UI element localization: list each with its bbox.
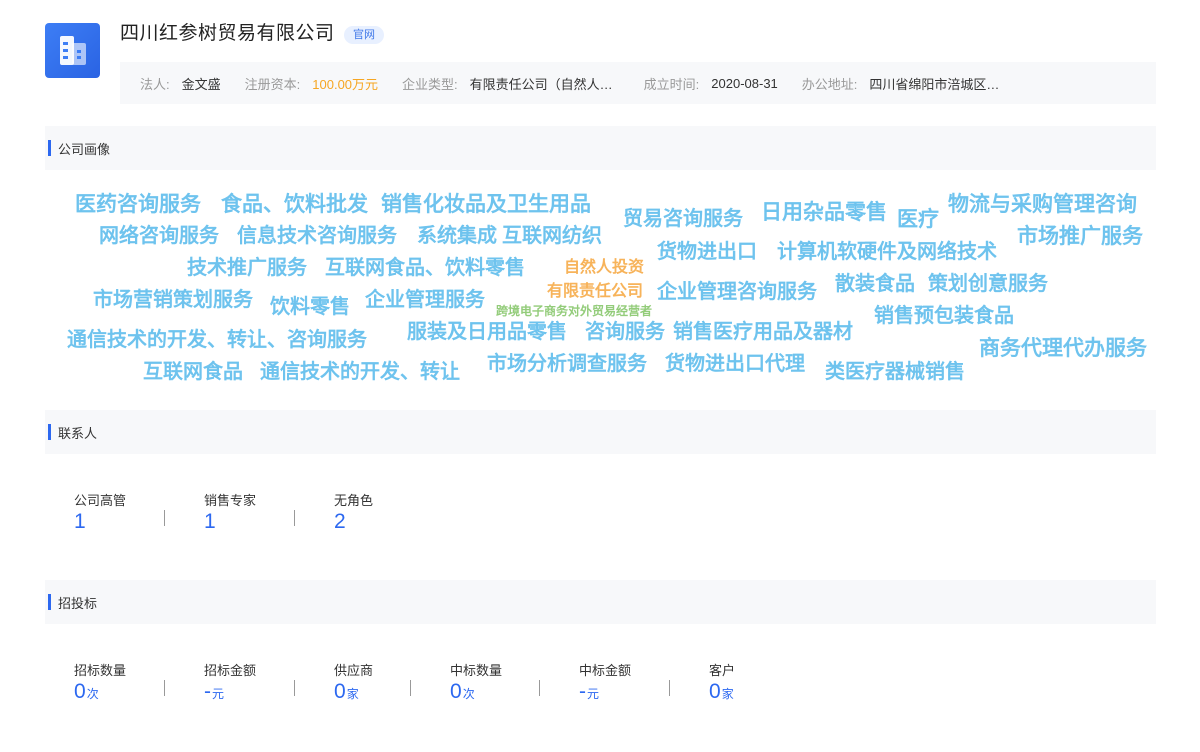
cloud-word: 日用杂品零售	[761, 201, 887, 224]
stat-no-role[interactable]: 无角色 2	[305, 493, 435, 534]
cloud-word: 企业管理服务	[365, 289, 485, 311]
cloud-word: 贸易咨询服务	[623, 208, 743, 230]
stat-win-amount[interactable]: 中标金额 -元	[550, 663, 680, 706]
divider	[669, 680, 670, 696]
section-accent-bar	[48, 424, 51, 440]
stat-tender-amount[interactable]: 招标金额 -元	[175, 663, 305, 706]
stat-tender-count[interactable]: 招标数量 0次	[45, 663, 175, 706]
cloud-word: 互联网食品	[143, 361, 243, 383]
cloud-word: 货物进出口代理	[665, 353, 805, 375]
cloud-word: 市场分析调查服务	[487, 353, 647, 375]
cloud-word: 医药咨询服务	[75, 193, 201, 216]
info-legal-person: 法人: 金文盛	[140, 74, 221, 93]
section-accent-bar	[48, 140, 51, 156]
cloud-word: 医疗	[897, 208, 939, 231]
cloud-word: 咨询服务	[585, 321, 665, 343]
stat-sales-experts[interactable]: 销售专家 1	[175, 493, 305, 534]
info-registered-capital: 注册资本: 100.00万元	[244, 76, 379, 92]
info-office-address: 办公地址: 四川省绵阳市涪城区青龙大道中段	[801, 76, 1010, 92]
section-title: 招投标	[58, 595, 98, 611]
cloud-word: 有限责任公司	[547, 283, 644, 300]
divider	[539, 680, 540, 696]
cloud-word: 技术推广服务	[187, 257, 307, 279]
cloud-word: 市场营销策划服务	[93, 289, 253, 311]
stat-customers[interactable]: 客户 0家	[680, 663, 810, 706]
cloud-word: 互联网食品、饮料零售	[325, 257, 525, 279]
info-established-date: 成立时间: 2020-08-31	[643, 75, 778, 92]
cloud-word: 服装及日用品零售	[407, 321, 567, 343]
company-logo	[45, 23, 100, 78]
cloud-word: 市场推广服务	[1017, 225, 1143, 248]
section-title: 公司画像	[58, 141, 111, 157]
cloud-word: 系统集成	[417, 225, 497, 247]
cloud-word: 食品、饮料批发	[221, 193, 368, 216]
official-site-tag[interactable]: 官网	[344, 26, 384, 44]
cloud-word: 销售预包装食品	[874, 305, 1014, 327]
cloud-word: 销售医疗用品及器材	[673, 321, 853, 343]
cloud-word: 饮料零售	[270, 296, 350, 318]
cloud-word: 网络咨询服务	[99, 225, 219, 247]
word-cloud: 医药咨询服务 食品、饮料批发 销售化妆品及卫生用品 贸易咨询服务 日用杂品零售 …	[45, 180, 1156, 392]
cloud-word: 企业管理咨询服务	[657, 281, 817, 303]
divider	[294, 680, 295, 696]
company-info-bar: 法人: 金文盛 注册资本: 100.00万元 企业类型: 有限责任公司（自然人投…	[120, 62, 1156, 104]
stat-executives[interactable]: 公司高管 1	[45, 493, 175, 534]
stat-win-count[interactable]: 中标数量 0次	[421, 663, 550, 706]
stat-suppliers[interactable]: 供应商 0家	[305, 663, 421, 706]
cloud-word: 跨境电子商务对外贸易经营者	[496, 304, 653, 318]
cloud-word: 销售化妆品及卫生用品	[381, 193, 591, 216]
legal-person-name[interactable]: 金文盛	[182, 74, 221, 93]
divider	[164, 510, 165, 526]
cloud-word: 策划创意服务	[928, 273, 1048, 295]
section-title: 联系人	[58, 425, 98, 441]
cloud-word: 自然人投资	[564, 259, 645, 276]
section-bidding: 招投标	[45, 580, 1156, 624]
cloud-word: 商务代理代办服务	[979, 337, 1147, 360]
cloud-word: 物流与采购管理咨询	[948, 193, 1137, 216]
contacts-stats: 公司高管 1 销售专家 1 无角色 2	[45, 493, 435, 534]
info-company-type: 企业类型: 有限责任公司（自然人投资或控股）	[402, 76, 620, 92]
divider	[410, 680, 411, 696]
cloud-word: 类医疗器械销售	[825, 361, 965, 383]
cloud-word: 互联网纺织	[502, 225, 602, 247]
divider	[294, 510, 295, 526]
cloud-word: 通信技术的开发、转让	[260, 361, 460, 383]
bidding-stats: 招标数量 0次 招标金额 -元 供应商 0家 中标数量 0次 中标金额 -元 客…	[45, 663, 810, 706]
section-company-portrait: 公司画像	[45, 126, 1156, 170]
section-accent-bar	[48, 594, 51, 610]
cloud-word: 货物进出口	[657, 241, 757, 263]
building-icon	[60, 36, 86, 65]
company-name: 四川红参树贸易有限公司	[120, 23, 335, 44]
divider	[164, 680, 165, 696]
cloud-word: 通信技术的开发、转让、咨询服务	[67, 329, 367, 351]
cloud-word: 散装食品	[835, 273, 915, 295]
cloud-word: 计算机软硬件及网络技术	[777, 241, 997, 263]
cloud-word: 信息技术咨询服务	[237, 225, 397, 247]
section-contacts: 联系人	[45, 410, 1156, 454]
